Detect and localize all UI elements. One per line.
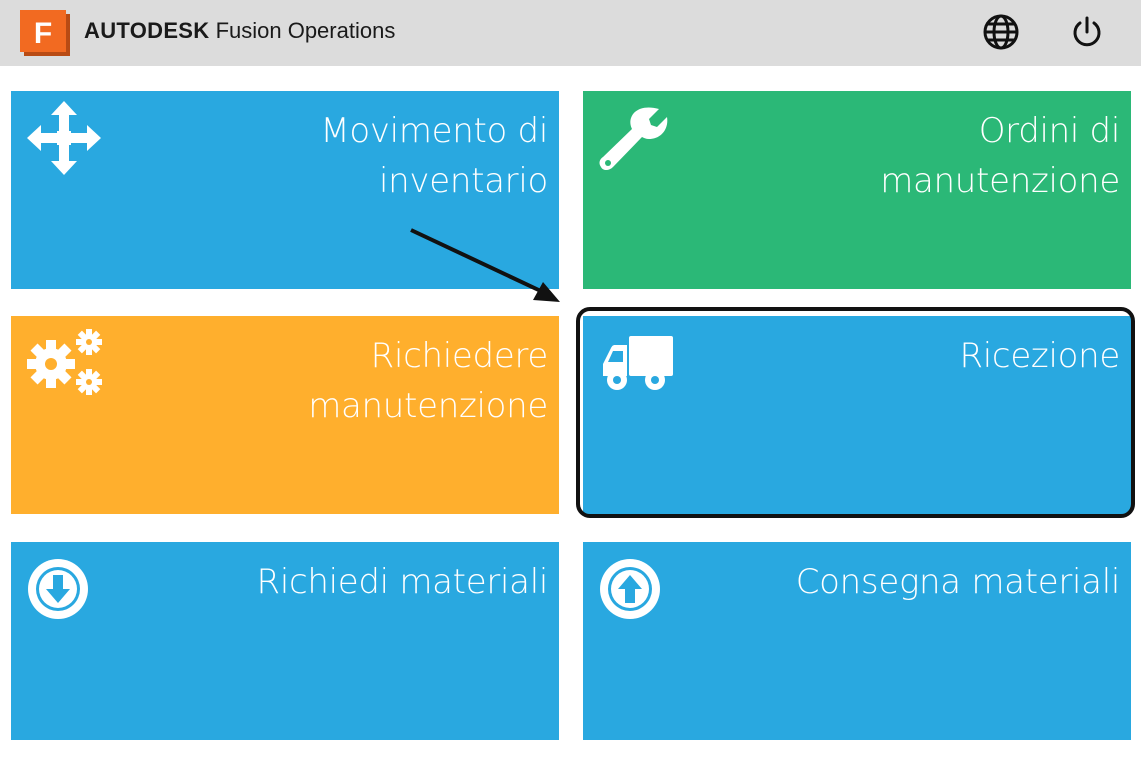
- tile-movimento-inventario[interactable]: Movimento di inventario: [11, 91, 559, 289]
- app-title: AUTODESK Fusion Operations: [84, 17, 395, 45]
- brand-autodesk: AUTODESK: [84, 18, 210, 43]
- language-button[interactable]: [981, 12, 1021, 52]
- globe-icon: [983, 14, 1019, 50]
- tile-label: Richiedere manutenzione: [308, 336, 548, 426]
- svg-text:F: F: [34, 17, 52, 50]
- power-icon: [1073, 16, 1101, 47]
- tile-label: Movimento di inventario: [320, 111, 548, 201]
- tile-consegna-materiali[interactable]: Consegna materiali: [583, 542, 1131, 740]
- tile-ordini-manutenzione[interactable]: Ordini di manutenzione: [583, 91, 1131, 289]
- truck-icon: [601, 334, 675, 398]
- tile-label: Ordini di manutenzione: [880, 111, 1120, 201]
- gears-icon: [25, 326, 107, 404]
- power-button[interactable]: [1067, 12, 1107, 52]
- tile-label: Ricezione: [959, 336, 1120, 376]
- arrow-down-circle-icon: [26, 557, 90, 625]
- move-arrows-icon: [27, 101, 101, 179]
- tile-label: Consegna materiali: [795, 562, 1121, 602]
- tile-label: Richiedi materiali: [256, 562, 549, 602]
- wrench-icon: [599, 105, 669, 179]
- top-bar: F AUTODESK Fusion Operations: [0, 0, 1141, 66]
- tile-richiedere-manutenzione[interactable]: Richiedere manutenzione: [11, 316, 559, 514]
- arrow-up-circle-icon: [598, 557, 662, 625]
- tile-richiedi-materiali[interactable]: Richiedi materiali: [11, 542, 559, 740]
- fusion-logo-icon: F: [20, 10, 70, 56]
- tile-ricezione[interactable]: Ricezione: [583, 316, 1131, 514]
- brand-product: Fusion Operations: [209, 18, 396, 43]
